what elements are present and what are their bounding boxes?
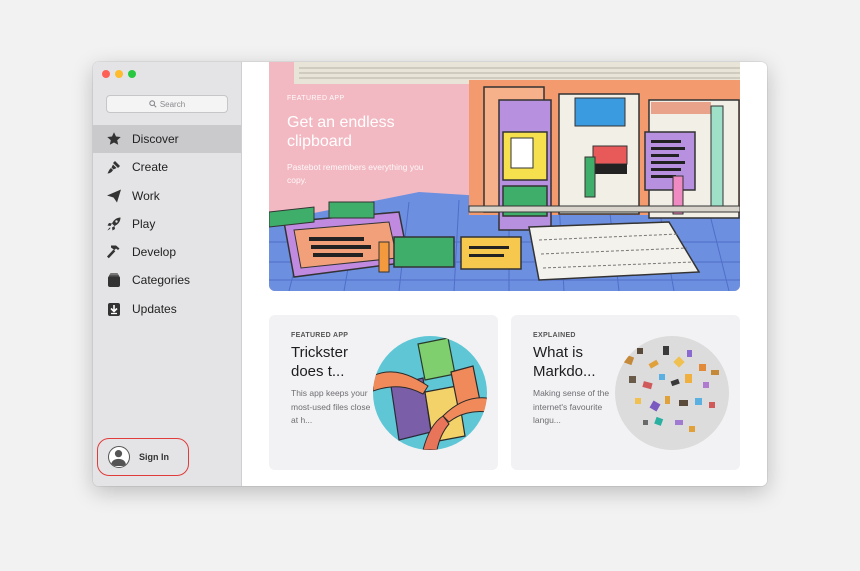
card-title: Trickster does t...: [291, 344, 348, 380]
card-illustration: [615, 336, 729, 450]
card-description: This app keeps your most-used files clos…: [291, 388, 371, 425]
app-store-window: Search Discover Create Work Play Develop: [93, 62, 767, 486]
brush-icon: [106, 159, 122, 175]
sidebar-item-updates[interactable]: Updates: [93, 295, 241, 323]
card-title: What is Markdo...: [533, 344, 596, 380]
card-eyebrow: EXPLAINED: [533, 332, 576, 339]
sign-in-button[interactable]: Sign In: [97, 438, 189, 476]
featured-hero-card[interactable]: FEATURED APP Get an endless clipboard Pa…: [269, 62, 740, 291]
download-icon: [106, 301, 122, 317]
hero-subtitle: Pastebot remembers everything you copy.: [287, 162, 424, 185]
story-card-trickster[interactable]: FEATURED APP Trickster does t... This ap…: [269, 315, 498, 470]
sidebar-item-label: Work: [132, 188, 160, 203]
card-description: Making sense of the internet's favourite…: [533, 388, 610, 425]
hammer-icon: [106, 244, 122, 260]
sidebar-nav: Discover Create Work Play Develop Catego…: [93, 125, 241, 323]
sidebar-item-label: Updates: [132, 301, 177, 316]
sidebar-item-discover[interactable]: Discover: [93, 125, 241, 153]
rocket-icon: [106, 216, 122, 232]
zoom-button[interactable]: [128, 70, 136, 78]
sidebar-item-develop[interactable]: Develop: [93, 238, 241, 266]
sidebar-item-create[interactable]: Create: [93, 153, 241, 181]
hero-eyebrow: FEATURED APP: [287, 95, 345, 102]
categories-icon: [106, 272, 122, 288]
sidebar-item-label: Develop: [132, 245, 177, 260]
main-content: FEATURED APP Get an endless clipboard Pa…: [242, 62, 767, 486]
search-input[interactable]: Search: [106, 95, 228, 113]
card-eyebrow: FEATURED APP: [291, 332, 349, 339]
avatar: [108, 446, 130, 468]
search-icon: [149, 100, 157, 108]
hero-title: Get an endless clipboard: [287, 114, 395, 150]
sidebar-item-label: Discover: [132, 132, 179, 146]
star-icon: [106, 131, 122, 147]
sidebar: Search Discover Create Work Play Develop: [93, 62, 242, 486]
sidebar-item-play[interactable]: Play: [93, 210, 241, 238]
sidebar-item-work[interactable]: Work: [93, 182, 241, 210]
window-controls: [102, 70, 136, 78]
sidebar-item-categories[interactable]: Categories: [93, 266, 241, 294]
sidebar-item-label: Categories: [132, 273, 191, 288]
sign-in-label: Sign In: [139, 452, 169, 462]
sidebar-item-label: Play: [132, 216, 156, 231]
story-card-markdown[interactable]: EXPLAINED What is Markdo... Making sense…: [511, 315, 740, 470]
search-placeholder: Search: [159, 99, 186, 109]
paper-plane-icon: [106, 188, 122, 204]
person-icon: [110, 450, 127, 466]
card-illustration: [373, 336, 487, 450]
sidebar-item-label: Create: [132, 160, 169, 175]
close-button[interactable]: [102, 70, 110, 78]
minimize-button[interactable]: [115, 70, 123, 78]
